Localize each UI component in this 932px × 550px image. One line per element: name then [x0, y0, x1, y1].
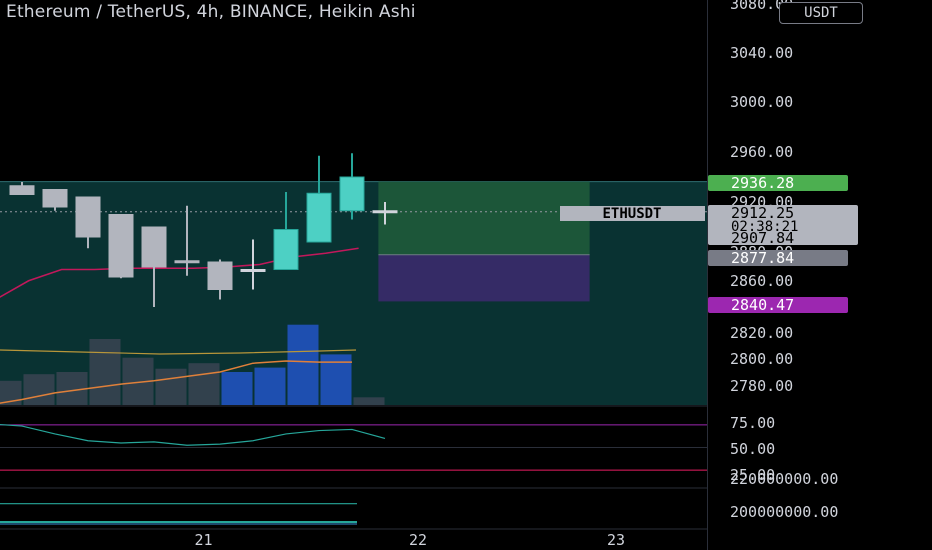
target-price-label: 2936.28 [731, 174, 794, 192]
volume-bar [155, 368, 187, 405]
candle-body [141, 226, 167, 268]
symbol-label: ETHUSDT [602, 206, 661, 222]
volume-bar [221, 372, 253, 405]
volume-bar [287, 324, 319, 405]
volume-tick-label: 220000000.00 [730, 470, 838, 488]
volume-bar [188, 363, 220, 405]
position-stop-zone [378, 254, 590, 302]
price-tick-label: 2960.00 [730, 143, 793, 161]
currency-unit-button[interactable]: USDT [779, 2, 863, 24]
volume-tick-label: 200000000.00 [730, 503, 838, 521]
candle-body [174, 260, 200, 264]
time-tick-label: 21 [194, 531, 212, 549]
price-tick-label: 2820.00 [730, 324, 793, 342]
price-tick-label: 2860.00 [730, 272, 793, 290]
candle-body [108, 214, 134, 278]
candle-body [273, 229, 299, 270]
close-price-label: 2907.84 [731, 229, 794, 247]
price-tick-label: 3040.00 [730, 44, 793, 62]
volume-bar [23, 374, 55, 405]
time-axis-bg [0, 530, 707, 550]
price-tick-label: 2800.00 [730, 350, 793, 368]
candle-body [75, 196, 101, 238]
price-tick-label: 2780.00 [730, 377, 793, 395]
candle-body [240, 269, 266, 272]
rsi-line [0, 423, 386, 446]
rsi-tick-label: 50.00 [730, 440, 775, 458]
candle-body [339, 176, 365, 212]
candle-body [9, 185, 35, 195]
candle-body [42, 189, 68, 208]
chart-canvas[interactable]: ETHUSDT3080.003040.003000.002960.002920.… [0, 0, 932, 550]
stop-price-label: 2840.47 [731, 296, 794, 314]
position-target-zone [378, 181, 590, 255]
volume-bar [254, 367, 286, 405]
candle-body [306, 192, 332, 243]
candle-body [207, 261, 233, 290]
volume-bar [89, 339, 121, 405]
chart-title: Ethereum / TetherUS, 4h, BINANCE, Heikin… [6, 2, 416, 22]
time-tick-label: 22 [409, 531, 427, 549]
rsi-tick-label: 75.00 [730, 414, 775, 432]
volume-bar [353, 397, 385, 405]
time-tick-label: 23 [607, 531, 625, 549]
price-tick-label: 3000.00 [730, 93, 793, 111]
entry-price-label: 2877.84 [731, 249, 794, 267]
candle-body [372, 210, 398, 214]
